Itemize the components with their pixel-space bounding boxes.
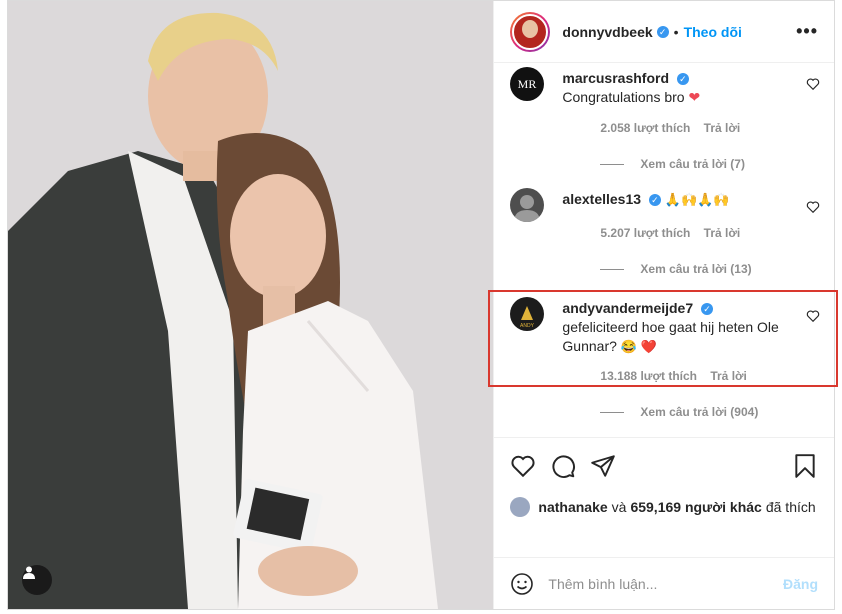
save-icon[interactable] [792,453,818,479]
reply-button[interactable]: Trả lời [704,121,741,135]
add-comment-bar: Thêm bình luận... Đăng [494,557,834,610]
view-replies-button[interactable]: Xem câu trả lời (13) [600,262,752,276]
comment-username[interactable]: alextelles13 [562,191,641,207]
post-comment-button[interactable]: Đăng [783,576,818,592]
post-header: donnyvdbeek ✓ • Theo dõi ••• [494,1,834,63]
user-tag-icon[interactable] [22,565,52,595]
heart-emoji: ❤ [688,89,701,105]
liker-username[interactable]: nathanake [538,499,607,515]
replies-line [600,411,625,413]
likes-suffix: đã thích [765,499,816,515]
couple-photo-illustration [8,1,494,609]
separator-dot: • [673,23,679,40]
action-bar [494,437,834,494]
comment-avatar[interactable] [510,188,545,222]
comment-text: alextelles13 ✓ 🙏🙌🙏🙌 [562,190,790,209]
verified-icon: ✓ [656,25,669,38]
comment-emoji: 🙏🙌🙏🙌 [664,192,730,207]
highlight-box [488,290,838,387]
likes-count[interactable]: 659,169 người khác [630,499,761,515]
view-replies-button[interactable]: Xem câu trả lời (904) [600,405,758,419]
like-comment-icon[interactable] [806,77,820,91]
author-username[interactable]: donnyvdbeek [562,24,652,40]
more-options-icon[interactable]: ••• [796,21,818,42]
comment-text: marcusrashford ✓ Congratulations bro ❤ [562,69,790,107]
replies-line [600,268,625,270]
post-photo[interactable] [8,1,494,609]
comment-meta: 5.207 lượt thích Trả lời [600,226,740,240]
author-avatar[interactable] [510,11,551,52]
view-replies-label: Xem câu trả lời (13) [640,262,752,276]
emoji-icon[interactable] [510,572,534,596]
likes-conj: và [611,499,627,515]
svg-text:MR: MR [518,77,537,91]
replies-line [600,163,625,165]
view-replies-button[interactable]: Xem câu trả lời (7) [600,157,745,171]
liker-avatar[interactable] [510,497,531,517]
verified-icon: ✓ [648,194,661,207]
verified-icon: ✓ [676,73,689,86]
share-icon[interactable] [590,453,616,479]
comment-meta: 2.058 lượt thích Trả lời [600,121,740,135]
like-comment-icon[interactable] [806,200,820,214]
comment-item: alextelles13 ✓ 🙏🙌🙏🙌 5.207 lượt thích Trả… [510,188,820,278]
comment-username[interactable]: marcusrashford [562,70,669,86]
comment-avatar[interactable]: MR [510,67,545,101]
comment-item: MR marcusrashford ✓ Congratulations bro … [510,67,820,177]
likes-summary: nathanake và 659,169 người khác đã thích [510,497,818,517]
like-icon[interactable] [510,453,536,479]
comment-likes[interactable]: 2.058 lượt thích [600,121,690,135]
comment-icon[interactable] [550,453,576,479]
comment-input[interactable]: Thêm bình luận... [548,576,657,592]
follow-button[interactable]: Theo dõi [684,24,742,40]
reply-button[interactable]: Trả lời [704,226,741,240]
view-replies-label: Xem câu trả lời (7) [640,157,745,171]
comment-body: Congratulations bro [562,89,685,105]
view-replies-label: Xem câu trả lời (904) [640,405,759,419]
comment-likes[interactable]: 5.207 lượt thích [600,226,690,240]
